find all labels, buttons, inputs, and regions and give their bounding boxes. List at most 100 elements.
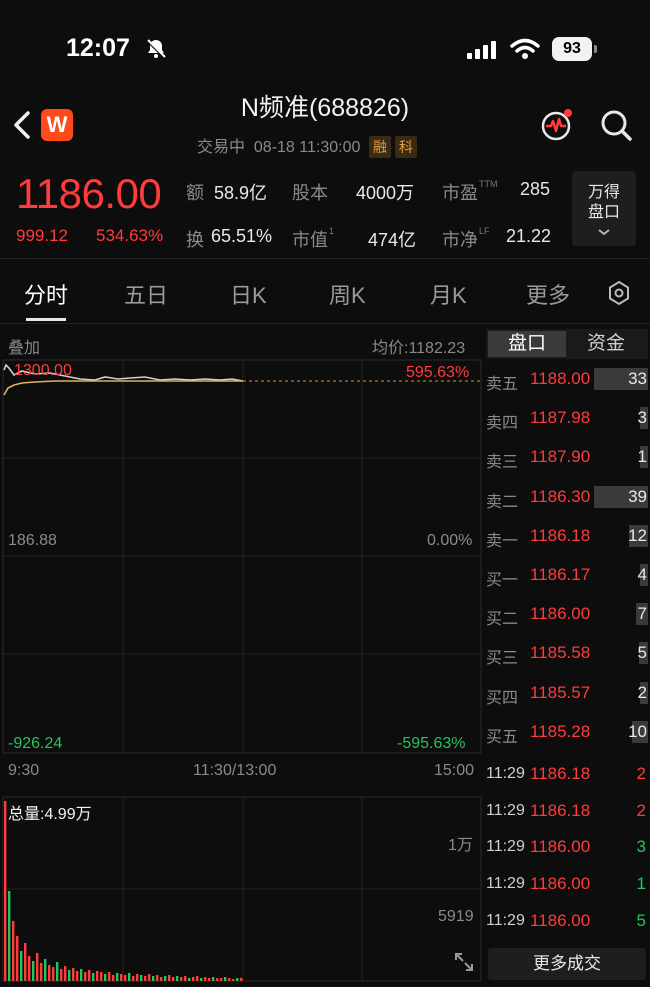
volume-bar [200,978,203,981]
volume-bar [116,973,119,981]
volume-bar [48,965,51,981]
price-axis-mid: 186.88 [8,532,57,549]
pct-axis-mid: 0.00% [427,532,473,549]
trade-price: 1186.00 [530,837,591,856]
volume-bar [104,974,107,981]
market-cap-value: 474亿 [368,230,417,250]
trading-status-line: 交易中 08-18 11:30:00 融科 [197,133,417,158]
volume-bar [236,978,239,981]
wande-line1: 万得 [587,184,620,201]
volume-bar [140,975,143,981]
trade-volume: 3 [636,837,646,856]
trade-time: 11:29 [486,838,525,855]
volume-bar [152,976,155,981]
turnover-rate-value: 65.51% [211,226,273,246]
orderbook-level-price[interactable]: 1185.28 [530,722,590,742]
orderbook-level-price[interactable]: 1188.00 [530,369,590,389]
trade-time: 11:29 [486,912,525,929]
trade-volume: 1 [636,874,646,893]
orderbook-level-price[interactable]: 1186.30 [530,487,590,507]
orderbook-level-price[interactable]: 1185.58 [530,643,590,663]
orderbook-level-label: 卖三 [486,454,519,471]
volume-bar [168,975,171,981]
volume-bar [212,977,215,981]
last-price: 1186.00 [16,170,162,217]
volume-bar [144,976,147,981]
tab-daily-k[interactable]: 日K [230,278,267,310]
orderbook-level-volume: 1 [637,447,647,466]
orderbook-level-price[interactable]: 1186.18 [530,526,590,546]
pe-value: 285 [520,179,551,199]
orderbook-level-label: 卖四 [486,415,519,432]
orderbook-level-volume: 12 [628,526,647,545]
orderbook-level-label: 卖五 [486,376,519,393]
volume-bar [52,967,55,981]
wande-line2: 盘口 [587,204,620,221]
tab-fund-flow[interactable]: 资金 [566,331,646,357]
orderbook-level-volume: 5 [637,643,647,662]
tab-five-day[interactable]: 五日 [124,278,168,310]
volume-bar [124,975,127,981]
tab-intraday[interactable]: 分时 [24,278,68,310]
volume-bar [84,972,87,981]
volume-bar [192,977,195,981]
market-pulse-icon[interactable] [540,108,574,147]
orderbook-level-price[interactable]: 1187.98 [530,408,590,428]
volume-bar [216,978,219,981]
tab-orderbook[interactable]: 盘口 [488,331,566,357]
volume-bar [120,974,123,981]
trade-time: 11:29 [486,765,525,782]
tab-monthly-k[interactable]: 月K [430,278,467,310]
expand-icon[interactable] [452,950,476,979]
turnover-rate-label: 换 [186,230,204,250]
volume-bar [20,951,23,981]
trade-price: 1186.00 [530,874,591,893]
tab-more[interactable]: 更多 [526,278,570,310]
volume-bar [16,936,19,981]
time-axis-end: 15:00 [434,762,475,779]
trade-time: 11:29 [486,875,525,892]
orderbook-level-volume: 4 [637,565,647,584]
trade-volume: 2 [636,801,646,820]
orderbook-level-price[interactable]: 1186.00 [530,604,590,624]
trade-volume: 5 [636,911,646,930]
volume-bar [100,972,103,981]
trading-status: 交易中 [197,139,246,156]
pe-label: 市盈TTM [442,179,498,203]
share-capital-value: 4000万 [356,183,415,203]
pb-label: 市净LF [442,226,490,250]
volume-bar [64,966,67,981]
orderbook-level-label: 买一 [486,572,519,589]
price-axis-low: -926.24 [8,735,63,752]
volume-axis-mid: 5919 [438,908,474,925]
orderbook-level-price[interactable]: 1186.17 [530,565,590,585]
volume-bar [76,971,79,981]
price-change-percent: 534.63% [96,226,164,245]
orderbook-level-price[interactable]: 1185.57 [530,683,590,703]
status-bar-time: 12:07 [66,34,130,62]
orderbook-level-price[interactable]: 1187.90 [530,447,590,467]
chart-settings-icon[interactable] [606,280,632,311]
intraday-chart[interactable] [0,355,484,987]
wifi-icon [510,38,540,65]
volume-bar [184,976,187,981]
market-cap-label: 市值1 [292,226,335,250]
orderbook-level-volume: 2 [637,683,647,702]
tab-weekly-k[interactable]: 周K [329,278,366,310]
trade-time: 11:29 [486,802,525,819]
share-capital-label: 股本 [292,183,328,203]
price-axis-high: 1300.00 [14,362,72,379]
quote-datetime: 08-18 11:30:00 [253,139,361,156]
wande-orderbook-button[interactable]: 万得 盘口 [572,171,636,246]
volume-bar [92,973,95,981]
more-trades-button[interactable]: 更多成交 [488,948,646,980]
volume-bar [4,801,7,981]
search-icon[interactable] [600,108,632,147]
margin-tag: 融 [368,136,391,158]
volume-bar [40,963,43,981]
volume-bar [176,976,179,981]
bell-muted-icon [145,38,167,65]
battery-indicator: 93 [552,37,592,61]
active-tab-indicator [26,318,66,321]
volume-bar [36,953,39,981]
